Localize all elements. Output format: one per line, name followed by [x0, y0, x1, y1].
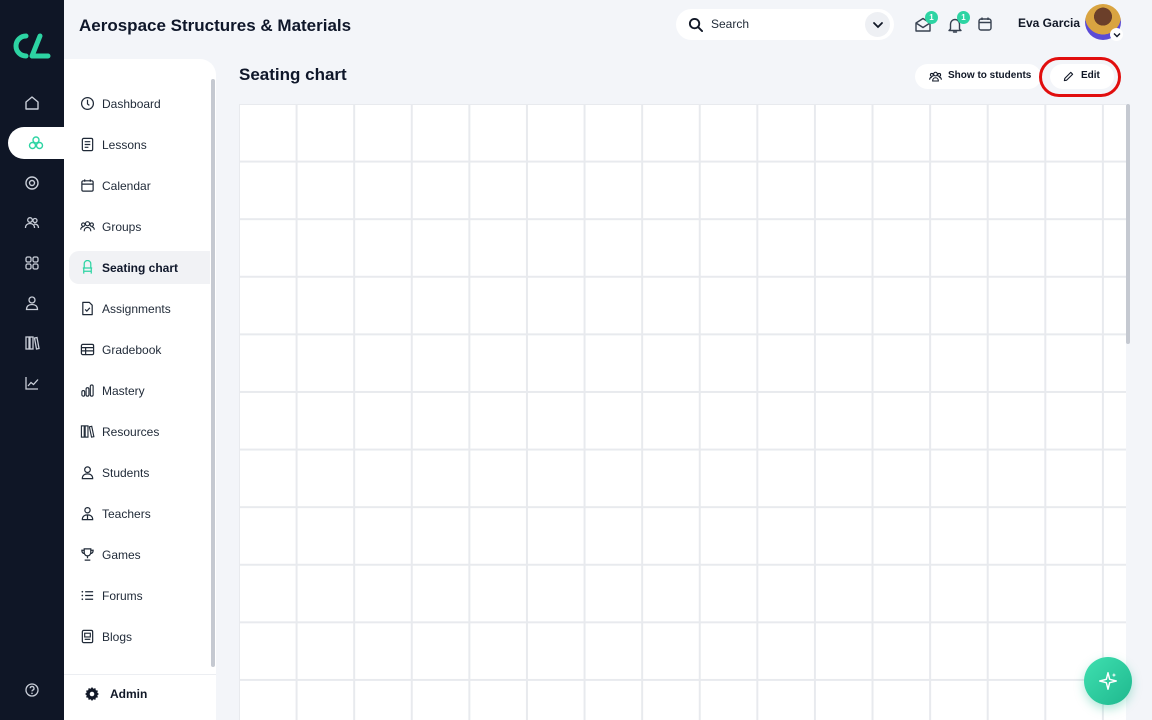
- gear-icon: [85, 687, 99, 701]
- sidebar-item-resources[interactable]: Resources: [69, 415, 210, 448]
- user-menu-toggle[interactable]: [1110, 28, 1123, 41]
- user-name[interactable]: Eva Garcia: [1018, 16, 1080, 30]
- rail-analytics[interactable]: [0, 367, 64, 399]
- sidebar-item-label: Lessons: [102, 137, 147, 152]
- forums-icon: [81, 590, 94, 601]
- messages-button[interactable]: 1: [914, 11, 938, 34]
- chevron-down-icon: [872, 21, 883, 28]
- lessons-icon: [81, 137, 94, 152]
- mastery-icon: [81, 384, 94, 397]
- edit-highlight-ring: [1039, 57, 1121, 97]
- sidebar-item-gradebook[interactable]: Gradebook: [69, 333, 210, 366]
- rail-home[interactable]: [0, 87, 64, 119]
- library-icon: [25, 336, 40, 350]
- calendar-icon: [978, 17, 992, 31]
- teachers-icon: [81, 506, 94, 521]
- students-icon: [81, 466, 94, 480]
- sidebar-item-label: Resources: [102, 424, 160, 439]
- rail-profile[interactable]: [0, 287, 64, 319]
- rail-help[interactable]: [0, 674, 64, 706]
- sidebar-item-label: Teachers: [102, 506, 151, 521]
- sidebar-item-label: Calendar: [102, 178, 151, 193]
- sidebar-item-students[interactable]: Students: [69, 456, 210, 489]
- chart-icon: [25, 377, 39, 390]
- assignments-icon: [82, 301, 93, 316]
- blogs-icon: [81, 629, 94, 644]
- people-icon: [24, 217, 40, 229]
- messages-badge: 1: [925, 11, 938, 24]
- chevron-down-icon: [1113, 32, 1120, 37]
- ai-assistant-button[interactable]: [1084, 657, 1132, 705]
- sidebar-item-label: Students: [102, 465, 150, 480]
- app-rail: [0, 0, 64, 720]
- search-input[interactable]: Search: [711, 17, 749, 31]
- target-icon: [25, 176, 39, 190]
- page-title: Seating chart: [239, 65, 347, 84]
- gradebook-icon: [80, 343, 95, 356]
- groups-hex-icon: [28, 136, 44, 150]
- sidebar-item-mastery[interactable]: Mastery: [69, 374, 210, 407]
- admin-label: Admin: [110, 687, 148, 701]
- sidebar-item-assignments[interactable]: Assignments: [69, 292, 210, 325]
- help-icon: [25, 683, 39, 697]
- sidebar-item-seating-chart[interactable]: Seating chart: [69, 251, 210, 284]
- apps-grid-icon: [25, 256, 39, 270]
- sparkle-icon: [1099, 672, 1117, 690]
- show-to-students-button[interactable]: Show to students: [915, 64, 1041, 89]
- sidebar-item-label: Assignments: [102, 301, 171, 316]
- rail-library[interactable]: [0, 327, 64, 359]
- seating-chart-icon: [82, 260, 93, 274]
- sidebar-item-blogs[interactable]: Blogs: [69, 620, 210, 653]
- sidebar-scrollbar[interactable]: [211, 79, 215, 667]
- sidebar-item-label: Gradebook: [102, 342, 162, 357]
- search-box[interactable]: Search: [676, 9, 894, 40]
- rail-people[interactable]: [0, 207, 64, 239]
- calendar-button[interactable]: [977, 16, 995, 34]
- rail-goals[interactable]: [0, 167, 64, 199]
- admin-link[interactable]: Admin: [64, 676, 216, 720]
- sidebar-divider: [64, 674, 216, 675]
- sidebar-item-calendar[interactable]: Calendar: [69, 169, 210, 202]
- sidebar-item-label: Groups: [102, 219, 142, 234]
- rail-apps[interactable]: [0, 247, 64, 279]
- sidebar-item-groups[interactable]: Groups: [69, 210, 210, 243]
- resources-icon: [80, 425, 95, 438]
- sidebar-item-lessons[interactable]: Lessons: [69, 128, 210, 161]
- rail-groups[interactable]: [8, 127, 64, 159]
- app-logo[interactable]: [12, 32, 52, 60]
- seating-grid-cells[interactable]: [239, 104, 1126, 720]
- sidebar-item-label: Blogs: [102, 629, 133, 644]
- person-icon: [25, 296, 39, 311]
- sidebar-item-label: Mastery: [102, 383, 145, 398]
- games-icon: [81, 548, 94, 561]
- sidebar-item-label: Forums: [102, 588, 143, 603]
- groups-icon: [80, 221, 95, 232]
- sidebar-item-label: Games: [102, 547, 141, 562]
- sidebar-item-label: Dashboard: [102, 96, 161, 111]
- notifications-badge: 1: [957, 11, 970, 24]
- sidebar-item-dashboard[interactable]: Dashboard: [69, 87, 210, 120]
- home-icon: [25, 96, 39, 110]
- sidebar-item-label: Seating chart: [102, 260, 179, 275]
- calendar-icon: [81, 179, 94, 192]
- sidebar-item-teachers[interactable]: Teachers: [69, 497, 210, 530]
- seating-grid[interactable]: [239, 104, 1126, 720]
- people-icon: [929, 71, 942, 82]
- search-icon: [688, 17, 703, 32]
- sidebar-item-games[interactable]: Games: [69, 538, 210, 571]
- notifications-button[interactable]: 1: [946, 11, 970, 34]
- show-to-students-label: Show to students: [948, 70, 1032, 81]
- sidebar-item-forums[interactable]: Forums: [69, 579, 210, 612]
- course-title: Aerospace Structures & Materials: [79, 16, 352, 35]
- main-scrollbar[interactable]: [1126, 104, 1130, 344]
- search-scope-dropdown[interactable]: [865, 12, 890, 37]
- dashboard-icon: [80, 96, 95, 111]
